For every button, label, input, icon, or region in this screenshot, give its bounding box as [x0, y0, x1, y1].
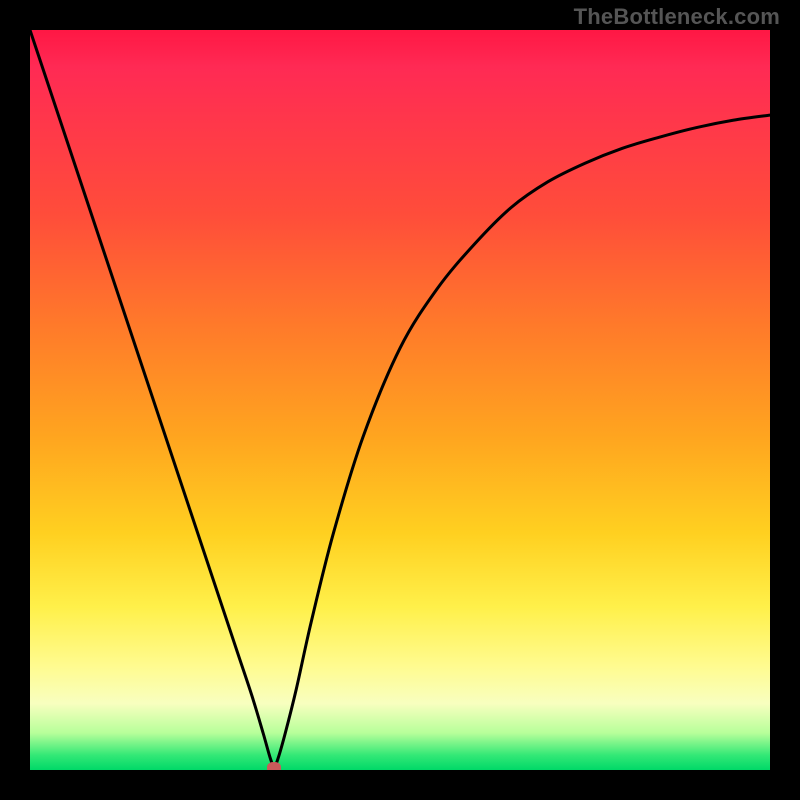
- chart-frame: TheBottleneck.com: [0, 0, 800, 800]
- plot-area: [30, 30, 770, 770]
- watermark-text: TheBottleneck.com: [574, 4, 780, 30]
- heat-gradient: [30, 30, 770, 770]
- optimum-marker: [267, 762, 281, 770]
